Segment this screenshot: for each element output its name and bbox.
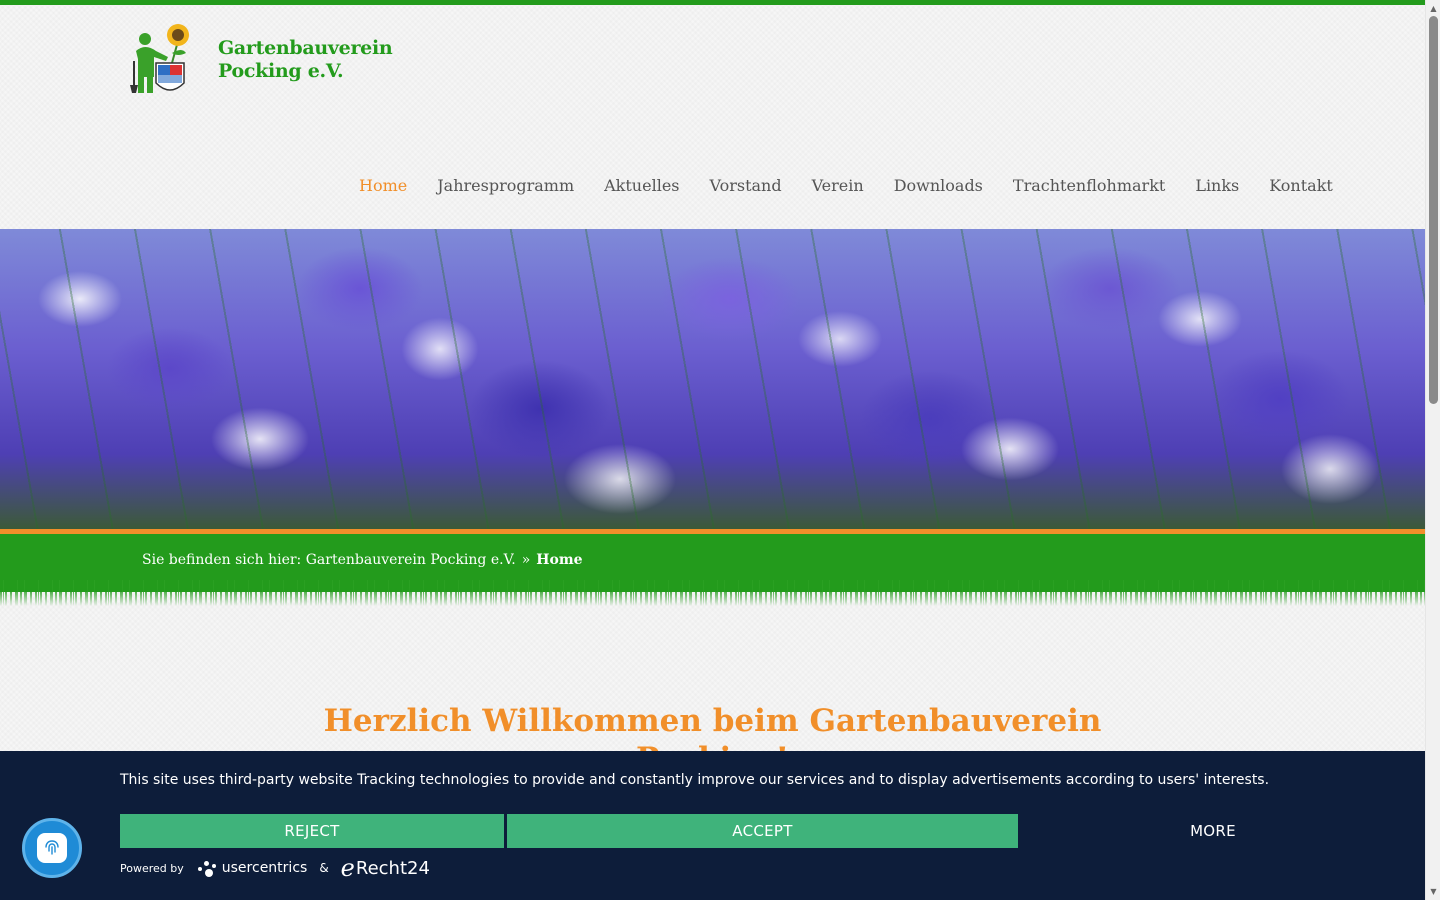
breadcrumb-current: Home xyxy=(536,552,583,568)
site-title-line2: Pocking e.V. xyxy=(218,60,344,82)
scroll-down-arrow-icon[interactable]: ▼ xyxy=(1426,884,1440,898)
nav-item-aktuelles[interactable]: Aktuelles xyxy=(589,172,694,199)
nav-item-verein[interactable]: Verein xyxy=(797,172,879,199)
main-navigation: Home Jahresprogramm Aktuelles Vorstand V… xyxy=(344,172,1348,199)
nav-item-jahresprogramm[interactable]: Jahresprogramm xyxy=(422,172,589,199)
nav-item-kontakt[interactable]: Kontakt xyxy=(1254,172,1348,199)
erecht24-wordmark: Recht24 xyxy=(355,857,430,879)
gardener-sunflower-crest-icon xyxy=(128,21,200,99)
cookie-consent-banner: This site uses third-party website Track… xyxy=(0,751,1425,900)
usercentrics-logo[interactable]: usercentrics xyxy=(196,857,308,879)
usercentrics-wordmark: usercentrics xyxy=(221,860,308,876)
site-logo[interactable]: Gartenbauverein Pocking e.V. xyxy=(128,20,393,100)
top-accent-bar xyxy=(0,0,1425,5)
breadcrumb: Sie befinden sich hier: Gartenbauverein … xyxy=(142,552,583,568)
reject-button[interactable]: REJECT xyxy=(120,814,504,848)
ampersand: & xyxy=(319,861,329,875)
page-title-line1: Herzlich Willkommen beim Gartenbauverein xyxy=(323,703,1102,739)
erecht24-logo[interactable]: e Recht24 xyxy=(341,854,430,882)
breadcrumb-parent-link[interactable]: Gartenbauverein Pocking e.V. xyxy=(306,552,516,568)
scroll-up-arrow-icon[interactable]: ▲ xyxy=(1426,1,1440,15)
nav-item-downloads[interactable]: Downloads xyxy=(879,172,998,199)
grass-edge-decoration xyxy=(0,580,1425,606)
erecht24-script-mark: e xyxy=(340,854,355,882)
nav-item-vorstand[interactable]: Vorstand xyxy=(695,172,797,199)
usercentrics-dots-icon xyxy=(196,857,220,879)
powered-by: Powered by usercentrics & e Recht24 xyxy=(120,854,430,882)
nav-item-trachtenflohmarkt[interactable]: Trachtenflohmarkt xyxy=(998,172,1180,199)
vertical-scrollbar[interactable]: ▲ ▼ xyxy=(1425,0,1440,900)
accept-button[interactable]: ACCEPT xyxy=(507,814,1018,848)
privacy-settings-button[interactable] xyxy=(22,818,82,878)
breadcrumb-prefix: Sie befinden sich hier: xyxy=(142,552,302,568)
nav-item-home[interactable]: Home xyxy=(344,172,422,199)
page: Gartenbauverein Pocking e.V. Home Jahres… xyxy=(0,0,1425,900)
more-button[interactable]: MORE xyxy=(1018,814,1408,848)
fingerprint-icon xyxy=(37,833,67,863)
hero-crocus-image xyxy=(0,229,1425,529)
cookie-consent-text: This site uses third-party website Track… xyxy=(120,772,1270,788)
site-title-line1: Gartenbauverein xyxy=(218,37,393,59)
nav-item-links[interactable]: Links xyxy=(1180,172,1254,199)
powered-by-label: Powered by xyxy=(120,861,184,875)
breadcrumb-separator: » xyxy=(521,552,531,568)
scrollbar-thumb[interactable] xyxy=(1429,16,1438,404)
